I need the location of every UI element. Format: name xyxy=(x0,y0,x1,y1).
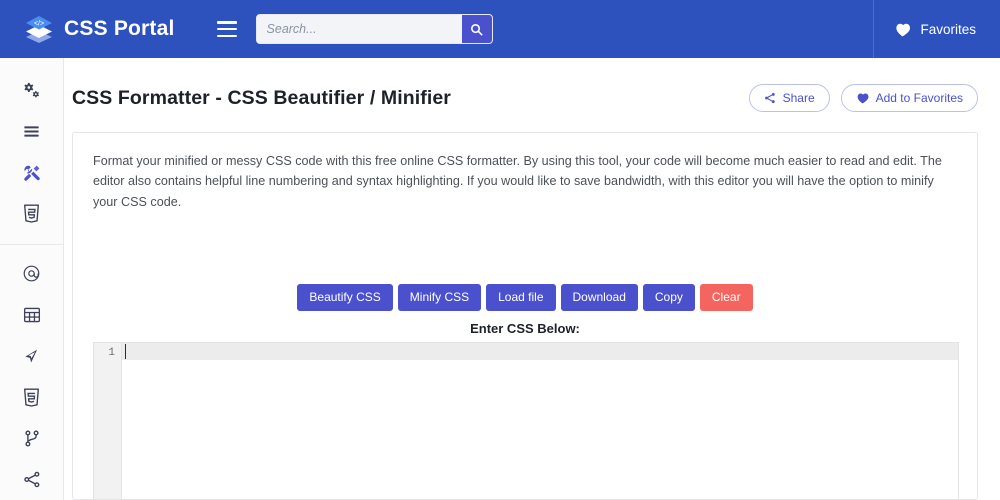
tools-icon xyxy=(23,165,40,181)
search-button[interactable] xyxy=(461,15,492,43)
favorites-link[interactable]: Favorites xyxy=(874,0,1000,58)
page-title: CSS Formatter - CSS Beautifier / Minifie… xyxy=(72,86,451,109)
share-nodes-icon xyxy=(764,92,775,104)
layers-code-logo-icon: </> xyxy=(24,14,54,44)
share-button-label: Share xyxy=(782,91,815,105)
share-button[interactable]: Share xyxy=(748,84,830,112)
sidebar-item-css3[interactable] xyxy=(0,377,64,418)
hamburger-bar xyxy=(216,27,237,31)
sidebar-item-html5[interactable] xyxy=(0,193,64,234)
at-sign-icon xyxy=(23,266,40,282)
add-to-favorites-button[interactable]: Add to Favorites xyxy=(840,84,978,112)
favorites-label: Favorites xyxy=(920,21,976,37)
minify-css-button[interactable]: Minify CSS xyxy=(397,284,482,312)
search-box xyxy=(255,14,493,44)
sidebar-divider xyxy=(0,244,64,246)
sidebar-item-code-branch[interactable] xyxy=(0,418,64,459)
css3-icon xyxy=(24,388,39,407)
load-file-button[interactable]: Load file xyxy=(486,284,556,312)
clear-button[interactable]: Clear xyxy=(699,284,753,312)
nav-right-group: Favorites xyxy=(873,0,1000,58)
heart-icon xyxy=(896,23,911,36)
html5-icon xyxy=(24,204,39,224)
editor-active-line xyxy=(122,343,958,361)
code-branch-icon xyxy=(24,430,39,447)
page-header-actions: Share Add to Favorites xyxy=(748,84,978,112)
search-input[interactable] xyxy=(256,15,462,43)
brand-name: CSS Portal xyxy=(64,17,175,40)
tool-button-row: Beautify CSS Minify CSS Load file Downlo… xyxy=(93,284,957,312)
hamburger-bar xyxy=(216,34,237,37)
editor-label: Enter CSS Below: xyxy=(470,321,580,337)
sidebar-item-at-rules[interactable] xyxy=(0,253,64,294)
page-header: CSS Formatter - CSS Beautifier / Minifie… xyxy=(72,78,978,118)
css-code-editor[interactable]: 1 xyxy=(93,342,959,499)
share-triangle-icon xyxy=(25,349,38,363)
page-content: CSS Formatter - CSS Beautifier / Minifie… xyxy=(64,58,1000,500)
sidebar-item-tools[interactable] xyxy=(0,152,64,193)
copy-button[interactable]: Copy xyxy=(642,284,695,312)
svg-text:</>: </> xyxy=(34,21,44,28)
sidebar-item-align[interactable] xyxy=(0,111,64,152)
editor-line-number: 1 xyxy=(108,347,115,360)
beautify-css-button[interactable]: Beautify CSS xyxy=(297,284,393,312)
brand-logo-link[interactable]: </> CSS Portal xyxy=(24,14,175,44)
search-icon xyxy=(471,23,483,36)
sidebar-item-share[interactable] xyxy=(0,336,64,377)
table-grid-icon xyxy=(23,307,40,323)
heart-icon xyxy=(857,93,869,104)
editor-line-number-gutter: 1 xyxy=(94,343,122,499)
top-navigation-bar: </> CSS Portal Favorites xyxy=(0,0,1000,58)
sidebar-item-sitemap[interactable] xyxy=(0,459,64,500)
download-button[interactable]: Download xyxy=(560,284,638,312)
left-sidebar xyxy=(0,58,64,500)
sidebar-item-table[interactable] xyxy=(0,295,64,336)
sidebar-item-generators[interactable] xyxy=(0,70,64,111)
hamburger-menu-icon[interactable] xyxy=(216,21,237,37)
hamburger-bar xyxy=(216,21,237,24)
editor-code-area[interactable] xyxy=(122,343,958,499)
cogs-icon xyxy=(24,82,39,98)
editor-text-caret xyxy=(125,344,126,360)
align-justify-icon xyxy=(24,126,39,137)
add-to-favorites-label: Add to Favorites xyxy=(875,91,963,105)
tool-description: Format your minified or messy CSS code w… xyxy=(93,154,942,209)
tool-card: Format your minified or messy CSS code w… xyxy=(72,132,978,500)
sitemap-icon xyxy=(23,471,39,488)
